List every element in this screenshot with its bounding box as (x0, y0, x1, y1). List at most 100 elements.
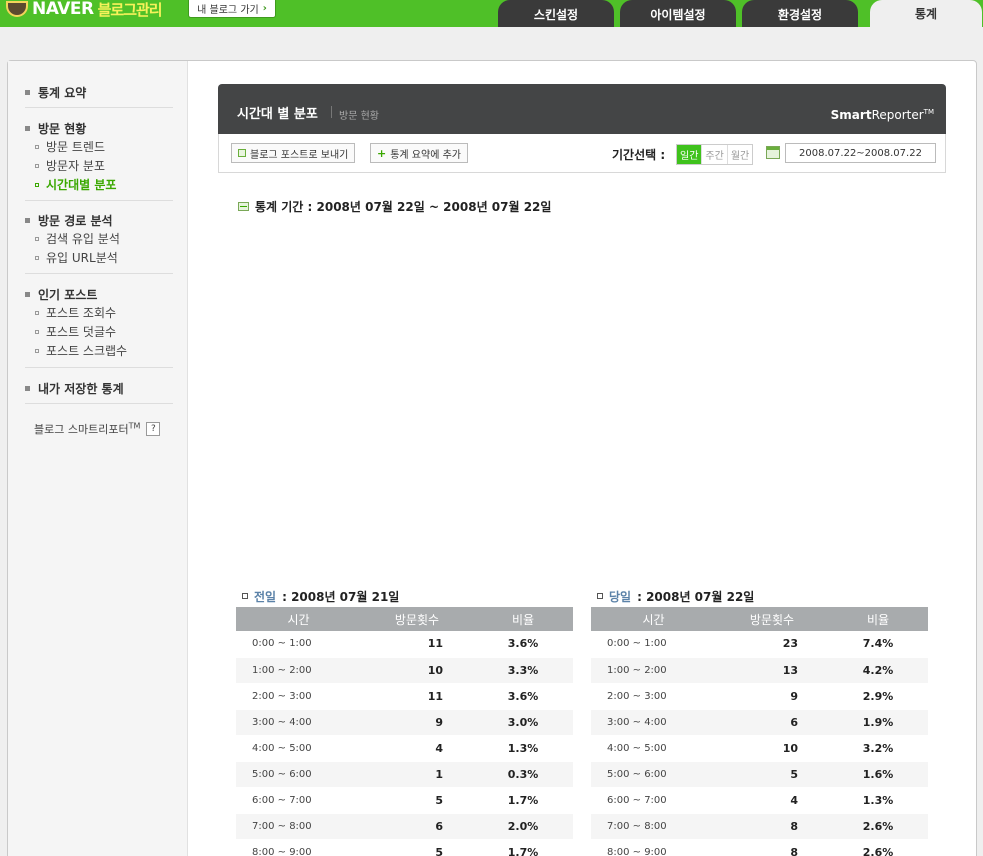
sidebar-item-label: 유입 URL분석 (46, 251, 118, 265)
period-option-weekly[interactable]: 주간 (702, 145, 728, 164)
ratio-cell: 1.3% (473, 735, 573, 762)
sidebar-group-label: 인기 포스트 (38, 287, 98, 302)
square-bullet-icon (25, 89, 30, 95)
table-caption: 당일 : 2008년 07월 22일 (591, 585, 928, 607)
square-bullet-icon (25, 291, 30, 297)
date-range-field[interactable]: 2008.07.22~2008.07.22 (785, 143, 936, 163)
table-row: 4:00 ~ 5:00 10 3.2% (591, 735, 928, 762)
ratio-cell: 1.6% (828, 761, 928, 788)
visits-cell: 10 (361, 657, 473, 684)
tab-statistics[interactable]: 통계 (870, 0, 982, 27)
bullet-icon (35, 144, 39, 149)
table-row: 1:00 ~ 2:00 13 4.2% (591, 657, 928, 684)
sidebar-item-visits[interactable]: 방문 현황 (25, 119, 173, 137)
sidebar-group-label: 통계 요약 (38, 85, 87, 100)
visits-cell: 5 (361, 787, 473, 814)
ratio-cell: 2.6% (828, 839, 928, 856)
visits-cell: 6 (361, 813, 473, 840)
sidebar-item-visitor-distribution[interactable]: 방문자 분포 (25, 156, 173, 175)
time-cell: 2:00 ~ 3:00 (591, 683, 716, 710)
calendar-icon[interactable] (766, 146, 780, 159)
ratio-cell: 1.7% (473, 839, 573, 856)
table-row: 0:00 ~ 1:00 23 7.4% (591, 631, 928, 658)
period-icon (238, 202, 249, 211)
sidebar-item-search-inflow[interactable]: 검색 유입 분석 (25, 229, 173, 248)
bullet-icon (35, 255, 39, 260)
add-to-summary-button[interactable]: + 통계 요약에 추가 (370, 143, 468, 163)
table-row: 5:00 ~ 6:00 1 0.3% (236, 761, 573, 788)
table-row: 3:00 ~ 4:00 9 3.0% (236, 709, 573, 736)
period-option-daily[interactable]: 일간 (677, 145, 703, 164)
table-caption-date: : 2008년 07월 21일 (282, 589, 400, 604)
main-container: 통계 요약 방문 현황 방문 트렌드 방문자 분포 시간대별 분포 방문 경로 … (7, 60, 977, 856)
sidebar-group-referrer: 방문 경로 분석 검색 유입 분석 유입 URL분석 (25, 211, 173, 267)
visits-cell: 5 (361, 839, 473, 856)
ratio-cell: 3.2% (828, 735, 928, 762)
sidebar-item-label: 방문자 분포 (46, 159, 106, 173)
table-row: 6:00 ~ 7:00 5 1.7% (236, 787, 573, 814)
time-cell: 8:00 ~ 9:00 (236, 839, 361, 856)
time-cell: 3:00 ~ 4:00 (236, 709, 361, 736)
visits-cell: 10 (716, 735, 828, 762)
period-option-monthly[interactable]: 월간 (727, 145, 753, 164)
time-cell: 2:00 ~ 3:00 (236, 683, 361, 710)
table-row: 2:00 ~ 3:00 11 3.6% (236, 683, 573, 710)
top-bar: NAVER 블로그관리 내 블로그 가기 › 스킨설정 아이템설정 환경설정 통… (0, 0, 983, 27)
sidebar-group-visits: 방문 현황 방문 트렌드 방문자 분포 시간대별 분포 (25, 119, 173, 194)
help-icon[interactable]: ? (146, 422, 161, 436)
document-icon (238, 149, 246, 157)
sidebar-item-url-inflow[interactable]: 유입 URL분석 (25, 248, 173, 267)
sidebar-item-hourly-distribution[interactable]: 시간대별 분포 (25, 175, 173, 194)
bullet-icon (35, 182, 39, 187)
ratio-cell: 0.3% (473, 761, 573, 788)
tab-skin[interactable]: 스킨설정 (498, 0, 614, 27)
ratio-cell: 1.9% (828, 709, 928, 736)
column-header: 비율 (473, 607, 573, 631)
send-to-post-button[interactable]: 블로그 포스트로 보내기 (231, 143, 356, 163)
ratio-cell: 2.9% (828, 683, 928, 710)
sidebar-item-label: 포스트 스크랩수 (46, 344, 128, 358)
report-header: 시간대 별 분포 방문 현황 SmartReporterTM (218, 84, 946, 134)
time-cell: 1:00 ~ 2:00 (591, 657, 716, 684)
sidebar-item-label: 포스트 덧글수 (46, 325, 117, 339)
sidebar-item-saved-stats[interactable]: 내가 저장한 통계 (25, 379, 173, 397)
table-row: 4:00 ~ 5:00 4 1.3% (236, 735, 573, 762)
sidebar-item-label: 검색 유입 분석 (46, 232, 120, 246)
smart-reporter-info: 블로그 스마트리포터TM ? (34, 421, 161, 437)
go-to-blog-button[interactable]: 내 블로그 가기 › (188, 0, 276, 18)
smart-reporter-brand: SmartReporterTM (830, 108, 934, 122)
data-table: 시간 방문횟수 비율 0:00 ~ 1:00 11 3.6% 1:00 ~ 2:00 1… (236, 607, 573, 856)
tab-settings[interactable]: 환경설정 (742, 0, 858, 27)
main-tabs: 스킨설정 아이템설정 환경설정 통계 (498, 0, 982, 27)
logo-subtitle: 블로그관리 (97, 0, 163, 19)
bullet-icon (35, 348, 39, 353)
visits-cell: 5 (716, 761, 828, 788)
sidebar-item-popular-posts[interactable]: 인기 포스트 (25, 285, 173, 303)
data-table: 시간 방문횟수 비율 0:00 ~ 1:00 23 7.4% 1:00 ~ 2:00 1… (591, 607, 928, 856)
page-subtitle: 방문 현황 (339, 111, 379, 122)
sidebar-item-visit-trend[interactable]: 방문 트렌드 (25, 137, 173, 156)
smart-reporter-label: 블로그 스마트리포터TM (34, 421, 141, 436)
divider (25, 200, 173, 201)
sidebar-item-post-comments[interactable]: 포스트 덧글수 (25, 322, 173, 341)
tab-item[interactable]: 아이템설정 (620, 0, 736, 27)
column-header: 비율 (828, 607, 928, 631)
sidebar-item-post-views[interactable]: 포스트 조회수 (25, 303, 173, 322)
column-header: 방문횟수 (716, 607, 828, 631)
column-header: 시간 (236, 607, 361, 631)
sidebar-group-label: 내가 저장한 통계 (38, 381, 124, 396)
sidebar-group-label: 방문 경로 분석 (38, 213, 113, 228)
chevron-right-icon: › (262, 3, 267, 14)
visits-cell: 8 (716, 839, 828, 856)
time-cell: 7:00 ~ 8:00 (236, 813, 361, 840)
naver-logo[interactable]: NAVER 블로그관리 (6, 0, 163, 19)
visits-cell: 4 (716, 787, 828, 814)
previous-day-table: 전일 : 2008년 07월 21일 시간 방문횟수 비율 0:00 ~ 1:0… (236, 585, 573, 856)
time-cell: 1:00 ~ 2:00 (236, 657, 361, 684)
sidebar-item-summary[interactable]: 통계 요약 (25, 83, 173, 101)
time-cell: 6:00 ~ 7:00 (591, 787, 716, 814)
divider (25, 107, 173, 108)
sidebar-item-referrer-analysis[interactable]: 방문 경로 분석 (25, 211, 173, 229)
square-bullet-icon (25, 125, 30, 131)
sidebar-item-post-scraps[interactable]: 포스트 스크랩수 (25, 341, 173, 360)
